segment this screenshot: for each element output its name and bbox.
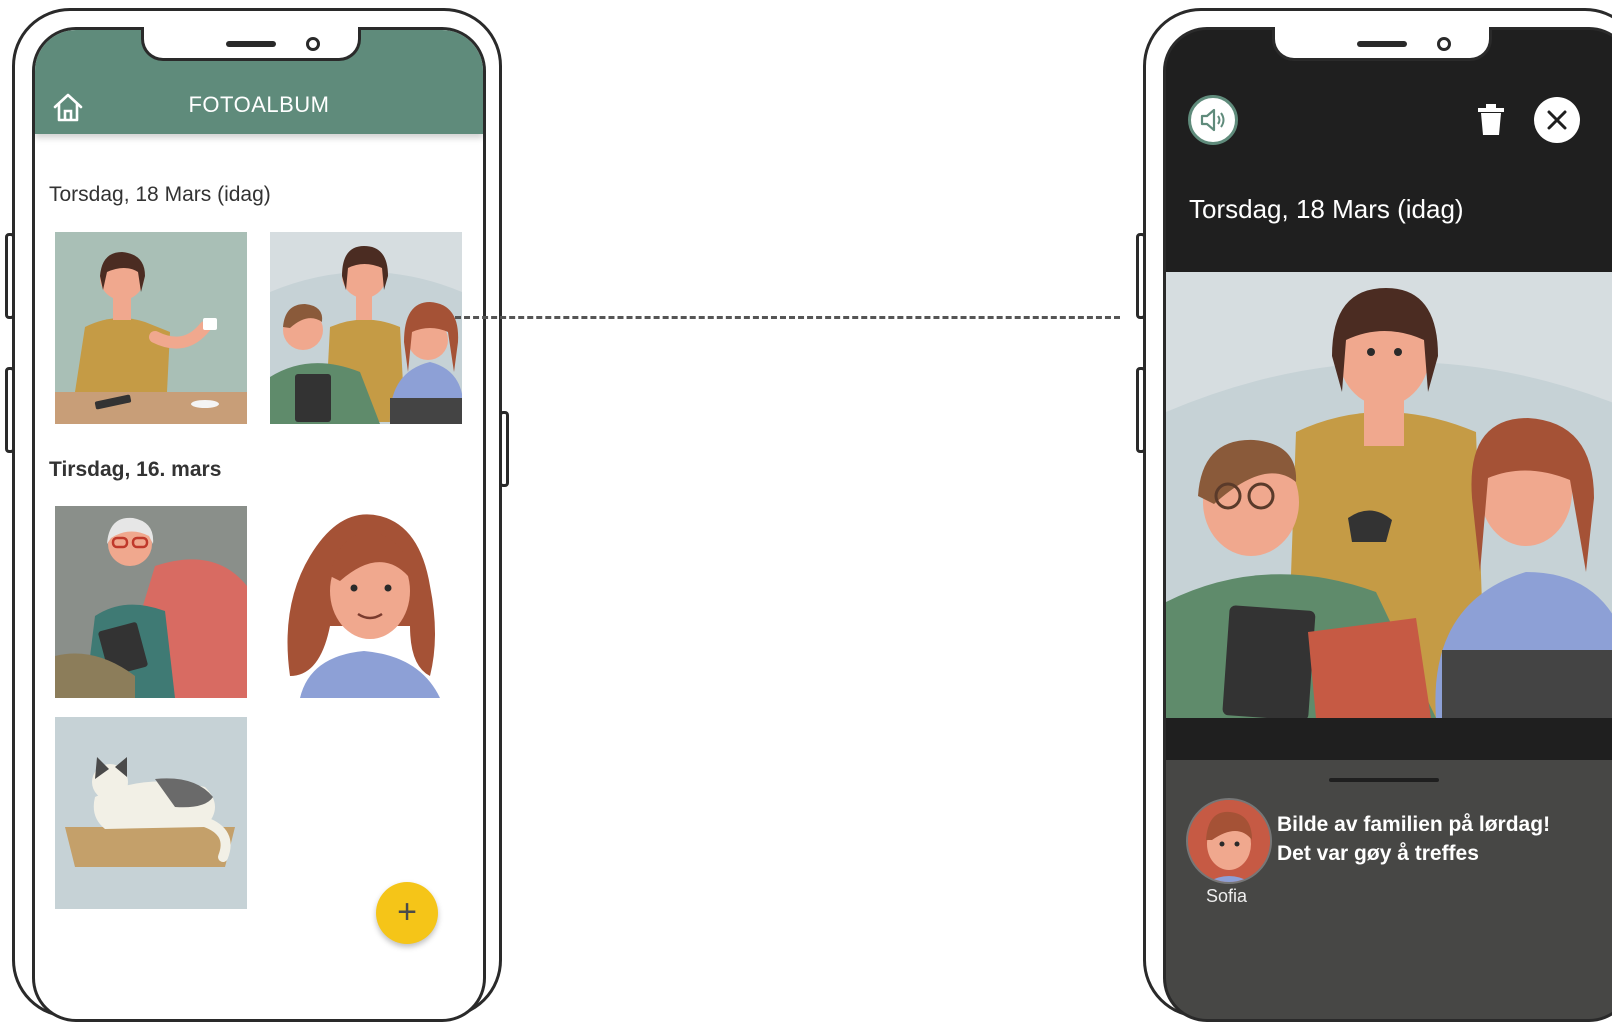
volume-up-button xyxy=(5,233,15,319)
viewer-phone: Torsdag, 18 Mars (idag) Bilde av familie… xyxy=(1136,8,1612,1022)
comment-line-1: Bilde av familien på lørdag! xyxy=(1277,813,1551,836)
add-photo-button[interactable]: + xyxy=(376,882,438,944)
earpiece-speaker xyxy=(1357,41,1407,47)
photo-thumb-cat[interactable] xyxy=(55,717,247,909)
viewer-screen: Torsdag, 18 Mars (idag) Bilde av familie… xyxy=(1163,27,1612,1022)
trash-icon[interactable] xyxy=(1476,102,1506,136)
front-camera xyxy=(1437,37,1451,51)
notch xyxy=(141,27,361,61)
viewer-date: Torsdag, 18 Mars (idag) xyxy=(1189,194,1464,224)
power-button xyxy=(499,411,509,487)
close-button[interactable] xyxy=(1534,97,1580,143)
comment-author: Sofia xyxy=(1206,886,1248,906)
flow-connector xyxy=(455,316,1120,319)
app-title: FOTOALBUM xyxy=(188,92,330,117)
speaker-icon xyxy=(1200,108,1225,132)
section-date-tuesday: Tirsdag, 16. mars xyxy=(49,458,222,481)
volume-down-button xyxy=(1136,367,1146,453)
comment-sheet: Bilde av familien på lørdag! Det var gøy… xyxy=(1166,760,1612,1019)
comment-text: Bilde av familien på lørdag! Det var gøy… xyxy=(1277,810,1612,868)
section-date-today: Torsdag, 18 Mars (idag) xyxy=(49,183,271,206)
notch xyxy=(1272,27,1492,61)
plus-icon: + xyxy=(397,893,417,931)
album-phone: FOTOALBUM Torsdag, 18 Mars (idag) Tirsda… xyxy=(5,8,509,1022)
album-screen: FOTOALBUM Torsdag, 18 Mars (idag) Tirsda… xyxy=(32,27,486,1022)
photo-fullsize-family xyxy=(1166,272,1612,718)
photo-thumb-girl-portrait[interactable] xyxy=(270,506,462,698)
photo-thumb-old-man-tablet[interactable] xyxy=(55,506,247,698)
earpiece-speaker xyxy=(226,41,276,47)
photo-thumb-woman-coffee[interactable] xyxy=(55,232,247,424)
avatar xyxy=(1186,798,1272,884)
sheet-drag-handle[interactable] xyxy=(1329,778,1439,782)
front-camera xyxy=(306,37,320,51)
volume-up-button xyxy=(1136,233,1146,319)
comment-line-2: Det var gøy å treffes xyxy=(1277,842,1479,865)
play-audio-button[interactable] xyxy=(1188,95,1238,145)
volume-down-button xyxy=(5,367,15,453)
photo-thumb-family[interactable] xyxy=(270,232,462,424)
close-icon xyxy=(1547,110,1567,130)
